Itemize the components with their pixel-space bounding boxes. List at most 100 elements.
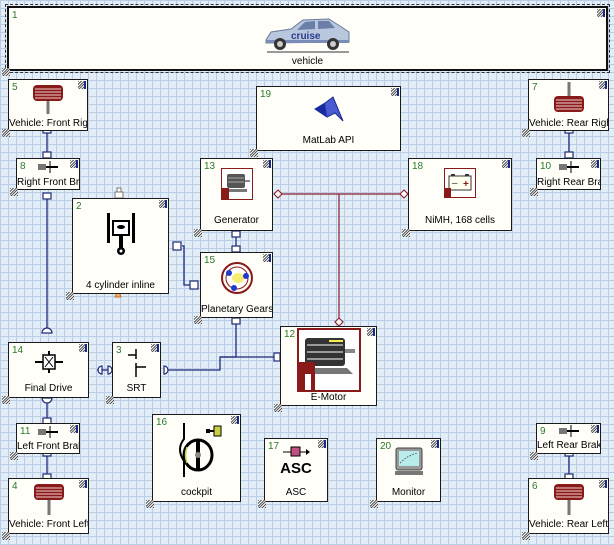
block-srt[interactable]: 3 SRT (106, 342, 161, 404)
block-matlab-api[interactable]: 19 MatLab API (250, 86, 401, 157)
block-label: Right Front Brake (17, 177, 79, 188)
resize-handle[interactable] (530, 452, 538, 460)
block-label: Left Rear Brake (537, 440, 600, 451)
resize-handle[interactable] (591, 160, 599, 168)
block-number: 11 (20, 426, 31, 437)
block-number: 7 (532, 82, 538, 93)
matlab-icon (313, 96, 343, 122)
block-wheel-front-left[interactable]: 4 Vehicle: Front Left (2, 478, 89, 540)
resize-handle[interactable] (159, 200, 167, 208)
wheel-icon (33, 484, 64, 515)
resize-handle[interactable] (79, 344, 87, 352)
block-generator[interactable]: 13 Generator (194, 158, 273, 237)
block-number: 4 (12, 481, 18, 492)
planetary-gear-icon (220, 262, 253, 294)
resize-handle[interactable] (2, 532, 10, 540)
resize-handle[interactable] (146, 500, 154, 508)
electric-motor-icon (296, 328, 361, 392)
generator-icon (220, 168, 253, 200)
resize-handle[interactable] (599, 81, 607, 89)
resize-handle[interactable] (263, 160, 271, 168)
svg-text:cruise: cruise (291, 31, 321, 42)
resize-handle[interactable] (367, 328, 375, 336)
resize-handle[interactable] (250, 149, 258, 157)
resize-handle[interactable] (591, 425, 599, 433)
block-wheel-rear-right[interactable]: 7 Vehicle: Rear Right (522, 79, 609, 137)
block-number: 9 (540, 426, 546, 437)
block-brake-left-rear[interactable]: 9 Left Rear Brake (530, 423, 601, 460)
block-label: vehicle (291, 56, 324, 67)
resize-handle[interactable] (318, 440, 326, 448)
resize-handle[interactable] (2, 129, 10, 137)
block-label: Right Rear Brake (537, 177, 600, 188)
block-number: 17 (268, 441, 280, 452)
block-brake-right-rear[interactable]: 10 Right Rear Brake (530, 158, 601, 196)
battery-icon: – + (444, 168, 476, 198)
block-wheel-front-right[interactable]: 5 Vehicle: Front Right (2, 79, 88, 137)
wheel-icon (553, 82, 584, 112)
block-label: Vehicle: Front Right (9, 118, 87, 129)
block-number: 19 (260, 89, 272, 100)
resize-handle[interactable] (70, 160, 78, 168)
block-e-motor[interactable]: 12 E-Motor (274, 326, 377, 412)
resize-handle[interactable] (370, 500, 378, 508)
block-label: NiMH, 168 cells (424, 215, 496, 226)
block-label: Generator (213, 215, 260, 226)
block-label: cockpit (180, 487, 213, 498)
block-number: 8 (20, 161, 26, 172)
resize-handle[interactable] (194, 229, 202, 237)
wheel-icon (553, 484, 584, 515)
differential-icon (34, 351, 63, 373)
block-label: Vehicle: Rear Right (529, 118, 608, 129)
block-battery[interactable]: 18 – + NiMH, 168 cells (402, 158, 512, 237)
block-number: 14 (12, 345, 24, 356)
resize-handle[interactable] (78, 81, 86, 89)
clutch-icon (127, 349, 146, 377)
block-number: 3 (116, 345, 122, 356)
block-wheel-rear-left[interactable]: 6 Vehicle: Rear Left (522, 478, 609, 540)
resize-handle[interactable] (263, 254, 271, 262)
resize-handle[interactable] (599, 480, 607, 488)
resize-handle[interactable] (194, 316, 202, 324)
resize-handle[interactable] (502, 160, 510, 168)
resize-handle[interactable] (10, 188, 18, 196)
resize-handle[interactable] (522, 129, 530, 137)
resize-handle[interactable] (151, 344, 159, 352)
block-final-drive[interactable]: 14 Final Drive (2, 342, 89, 404)
block-planetary-gearset[interactable]: 15 Planetary Gearset (194, 252, 273, 324)
resize-handle[interactable] (10, 452, 18, 460)
resize-handle[interactable] (597, 9, 605, 17)
resize-handle[interactable] (391, 88, 399, 96)
resize-handle[interactable] (402, 229, 410, 237)
resize-handle[interactable] (66, 292, 74, 300)
resize-handle[interactable] (530, 188, 538, 196)
brake-icon (558, 161, 579, 173)
resize-handle[interactable] (79, 480, 87, 488)
block-number: 13 (204, 161, 216, 172)
piston-engine-icon (106, 213, 135, 255)
block-cockpit[interactable]: 16 cockpit (146, 414, 241, 508)
block-number: 16 (156, 417, 168, 428)
resize-handle[interactable] (522, 532, 530, 540)
block-label: Planetary Gearset (201, 304, 272, 315)
block-label: Vehicle: Front Left (9, 519, 88, 530)
resize-handle[interactable] (431, 440, 439, 448)
block-brake-left-front[interactable]: 11 Left Front Brake (10, 423, 80, 460)
block-vehicle[interactable]: 1 cruise vehicle (2, 4, 610, 76)
block-asc[interactable]: 17 ASC ASC (258, 438, 328, 508)
resize-handle[interactable] (70, 425, 78, 433)
resize-handle[interactable] (231, 416, 239, 424)
resize-handle[interactable] (2, 68, 10, 76)
block-engine[interactable]: 2 4 cylinder inline (66, 198, 169, 300)
block-number: 20 (380, 441, 392, 452)
resize-handle[interactable] (106, 396, 114, 404)
block-label: Final Drive (24, 383, 73, 394)
resize-handle[interactable] (274, 404, 282, 412)
block-monitor[interactable]: 20 Monitor (370, 438, 441, 508)
block-label: Monitor (391, 487, 426, 498)
block-label: SRT (126, 383, 147, 394)
resize-handle[interactable] (2, 396, 10, 404)
block-brake-right-front[interactable]: 8 Right Front Brake (10, 158, 80, 196)
wheel-icon (33, 85, 63, 114)
resize-handle[interactable] (258, 500, 266, 508)
